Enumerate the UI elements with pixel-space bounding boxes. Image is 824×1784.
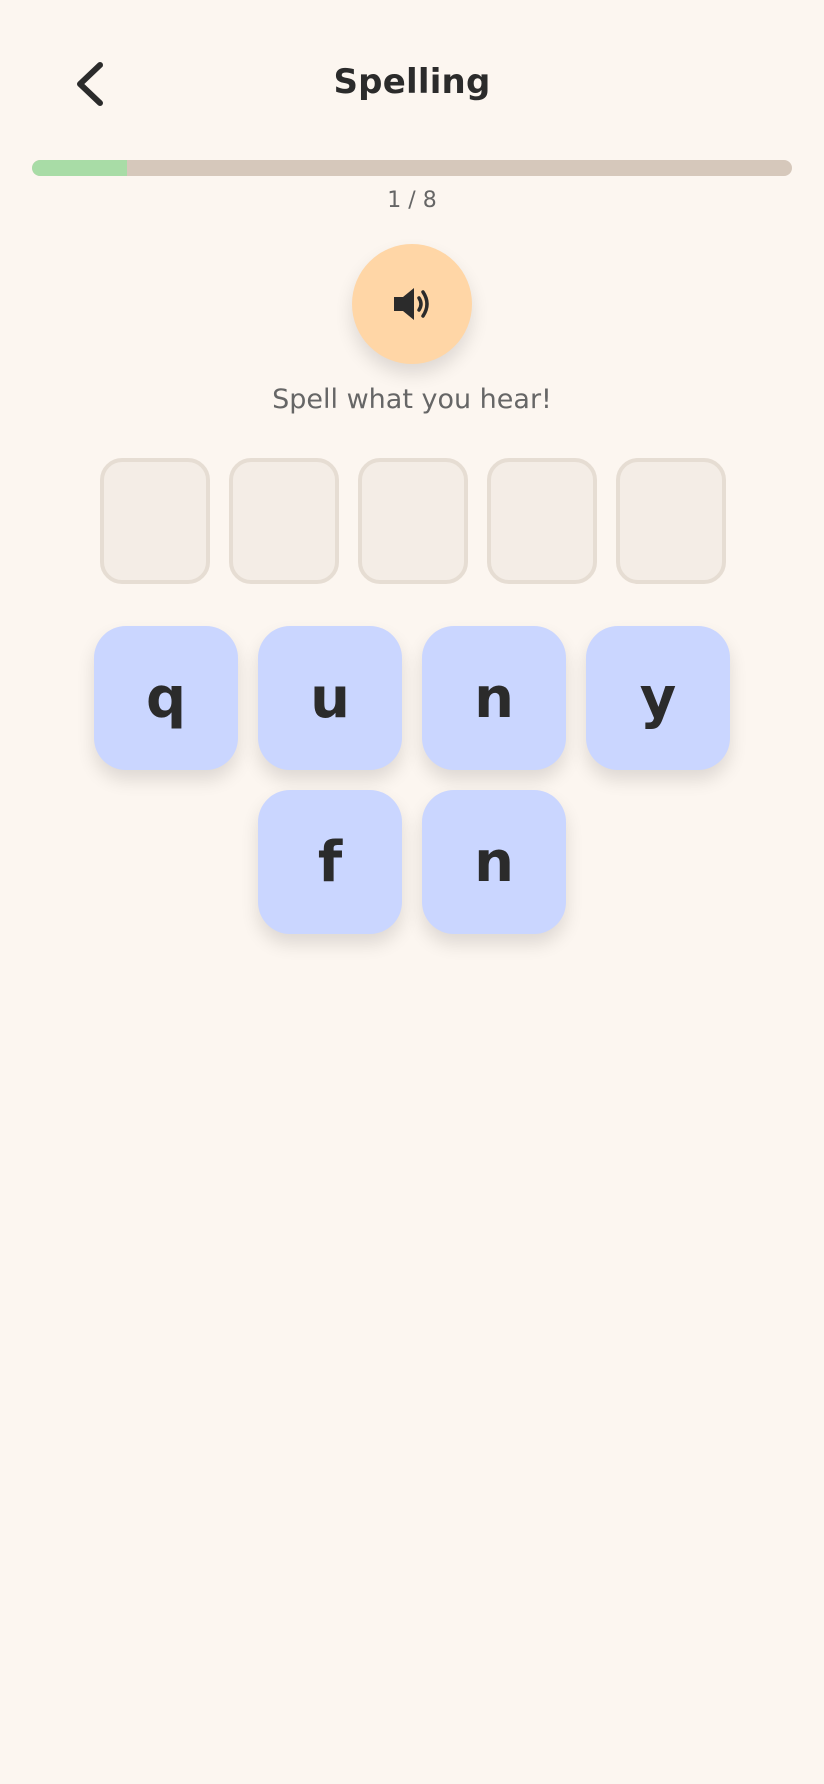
- letter-tile[interactable]: q: [94, 626, 238, 770]
- page-title: Spelling: [333, 62, 491, 102]
- instruction-text: Spell what you hear!: [272, 384, 552, 415]
- letter-tile[interactable]: n: [422, 626, 566, 770]
- letter-tile[interactable]: y: [586, 626, 730, 770]
- answer-slot-1[interactable]: [100, 458, 210, 584]
- letter-tile[interactable]: n: [422, 790, 566, 934]
- progress-bar: [32, 160, 792, 176]
- letter-tiles-row-1: q u n y: [0, 626, 824, 770]
- letter-tile[interactable]: u: [258, 626, 402, 770]
- letter-tiles-row-2: f n: [0, 790, 824, 934]
- progress-label: 1 / 8: [387, 188, 437, 213]
- answer-slots: [100, 458, 726, 584]
- play-audio-button[interactable]: [352, 244, 472, 364]
- speaker-icon: [394, 288, 429, 320]
- answer-slot-3[interactable]: [358, 458, 468, 584]
- answer-slot-5[interactable]: [616, 458, 726, 584]
- header: Spelling: [0, 0, 824, 170]
- answer-slot-4[interactable]: [487, 458, 597, 584]
- answer-slot-2[interactable]: [229, 458, 339, 584]
- letter-tile[interactable]: f: [258, 790, 402, 934]
- progress-fill: [32, 160, 127, 176]
